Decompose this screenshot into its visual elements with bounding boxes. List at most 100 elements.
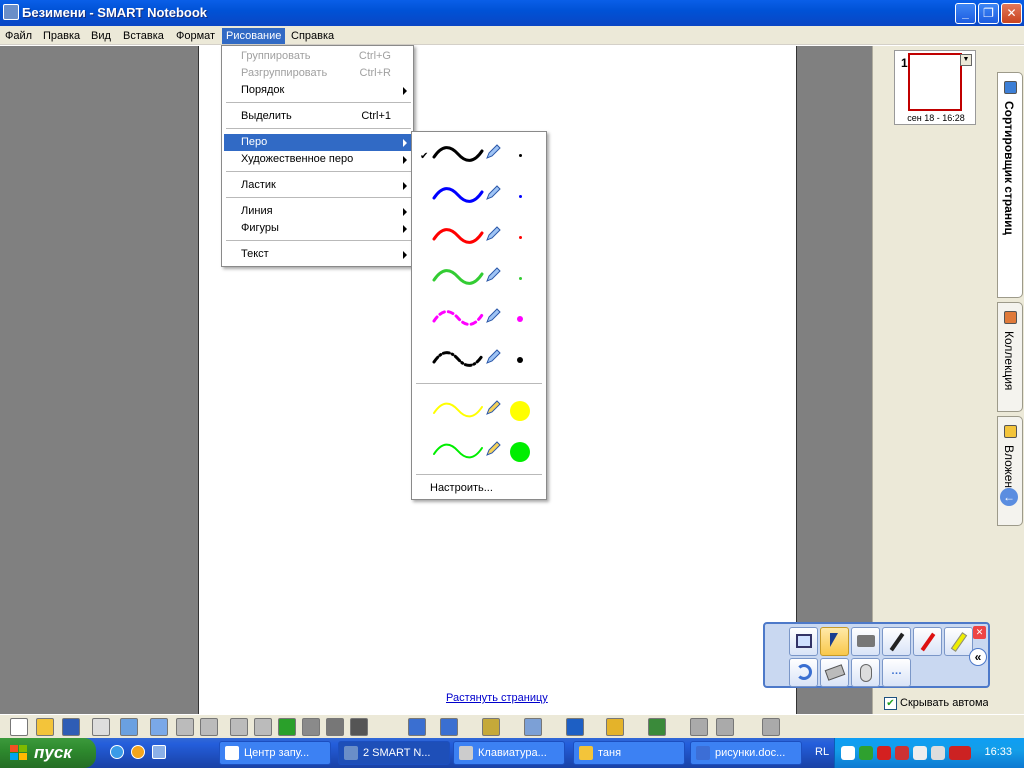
line-icon[interactable]: [566, 718, 584, 736]
new-page-icon[interactable]: [10, 718, 28, 736]
show-desktop-icon[interactable]: [152, 745, 166, 759]
taskbar-button[interactable]: Центр запу...: [219, 741, 331, 765]
antivirus-icon[interactable]: [859, 746, 873, 760]
red-pen-icon[interactable]: [913, 627, 942, 656]
pen-option[interactable]: [412, 176, 546, 216]
shapes-icon[interactable]: [606, 718, 624, 736]
more-tools-icon[interactable]: …: [882, 658, 911, 687]
menu-help[interactable]: Справка: [287, 28, 338, 44]
next-page-icon[interactable]: [254, 718, 272, 736]
start-button[interactable]: пуск: [0, 738, 96, 768]
pen-icon: [486, 267, 501, 282]
redo-icon[interactable]: [176, 718, 194, 736]
close-icon[interactable]: ✕: [973, 626, 986, 639]
maximize-button[interactable]: ❐: [978, 3, 999, 24]
add-page-icon[interactable]: [278, 718, 296, 736]
autohide-checkbox[interactable]: ✔ Скрывать автома: [882, 696, 992, 712]
network-icon[interactable]: [841, 746, 855, 760]
collapse-icon[interactable]: «: [969, 648, 987, 666]
pen-width-dot: [518, 276, 522, 280]
start-label: пуск: [34, 743, 72, 762]
pen-option[interactable]: ✔: [412, 135, 546, 175]
tab-gallery[interactable]: Коллекция: [997, 302, 1023, 412]
tab-attachments[interactable]: Вложения: [997, 416, 1023, 526]
v-icon[interactable]: [877, 746, 891, 760]
toolbar-icon[interactable]: [716, 718, 734, 736]
zoom-icon[interactable]: [120, 718, 138, 736]
internet-explorer-icon[interactable]: [110, 745, 124, 759]
taskbar-button[interactable]: 2 SMART N...: [338, 741, 450, 765]
check-icon[interactable]: ✔: [884, 697, 897, 710]
pen-width-dot: [517, 316, 523, 322]
minimize-button[interactable]: _: [955, 3, 976, 24]
screen-shade-icon[interactable]: [789, 627, 818, 656]
menu-format[interactable]: Формат: [172, 28, 219, 44]
capture-icon[interactable]: [350, 718, 368, 736]
full-screen-icon[interactable]: [326, 718, 344, 736]
pen-option[interactable]: [412, 258, 546, 298]
menu-item-text[interactable]: Текст: [224, 246, 411, 263]
properties-icon[interactable]: [690, 718, 708, 736]
prev-page-icon[interactable]: [230, 718, 248, 736]
delete-icon[interactable]: [200, 718, 218, 736]
menu-item-group[interactable]: Группировать Ctrl+G: [224, 48, 411, 65]
chevron-down-icon[interactable]: ▼: [960, 54, 972, 66]
taskbar-button[interactable]: таня: [573, 741, 685, 765]
menu-view[interactable]: Вид: [87, 28, 115, 44]
menu-item-order[interactable]: Порядок: [224, 82, 411, 99]
stretch-page-link[interactable]: Растянуть страницу: [446, 692, 548, 704]
submenu-arrow-icon: [403, 182, 407, 190]
menu-item-pen[interactable]: Перо: [224, 134, 411, 151]
select-arrow-icon[interactable]: [820, 627, 849, 656]
black-pen-icon[interactable]: [882, 627, 911, 656]
highlighter-icon[interactable]: [944, 627, 973, 656]
screen-shade-icon[interactable]: [302, 718, 320, 736]
smart-board-icon[interactable]: [895, 746, 909, 760]
menu-item-creative-pen[interactable]: Художественное перо: [224, 151, 411, 168]
undo-icon[interactable]: [789, 658, 818, 687]
eraser-icon[interactable]: [524, 718, 542, 736]
taskbar-button[interactable]: рисунки.doc...: [690, 741, 802, 765]
menu-edit[interactable]: Правка: [39, 28, 84, 44]
creative-pen-icon[interactable]: [482, 718, 500, 736]
open-icon[interactable]: [36, 718, 54, 736]
pen-option[interactable]: [412, 217, 546, 257]
taskbar-button[interactable]: Клавиатура...: [453, 741, 565, 765]
system-tray: 16:33: [834, 738, 1024, 768]
ati-icon[interactable]: [949, 746, 971, 760]
pen-icon[interactable]: [440, 718, 458, 736]
save-icon[interactable]: [62, 718, 80, 736]
menu-item-line[interactable]: Линия: [224, 203, 411, 220]
language-indicator[interactable]: RL: [815, 746, 829, 758]
menu-item-eraser[interactable]: Ластик: [224, 177, 411, 194]
select-arrow-icon[interactable]: [408, 718, 426, 736]
page-thumbnail[interactable]: 1 ▼ сен 18 - 16:28: [894, 50, 976, 125]
menu-item-shapes[interactable]: Фигуры: [224, 220, 411, 237]
media-player-icon[interactable]: [131, 745, 145, 759]
pen-option[interactable]: [412, 340, 546, 380]
fill-icon[interactable]: [648, 718, 666, 736]
undo-icon[interactable]: [150, 718, 168, 736]
keyboard-icon[interactable]: [913, 746, 927, 760]
move-toolbar-icon[interactable]: [762, 718, 780, 736]
tab-page-sorter[interactable]: Сортировщик страниц: [997, 72, 1023, 298]
menu-insert[interactable]: Вставка: [119, 28, 168, 44]
customize-pens-item[interactable]: Настроить...: [430, 482, 493, 494]
paste-icon[interactable]: [92, 718, 110, 736]
page-preview[interactable]: [908, 53, 962, 111]
menu-item-select[interactable]: Выделить Ctrl+1: [224, 108, 411, 125]
page-timestamp: сен 18 - 16:28: [907, 113, 965, 123]
menu-draw[interactable]: Рисование: [222, 28, 286, 44]
close-button[interactable]: ✕: [1001, 3, 1022, 24]
pen-option[interactable]: [412, 299, 546, 339]
menu-file[interactable]: Файл: [1, 28, 36, 44]
pen-option[interactable]: [412, 391, 546, 431]
back-arrow-icon[interactable]: ←: [1000, 488, 1018, 506]
pen-width-dot: [518, 194, 522, 198]
menu-item-ungroup[interactable]: Разгруппировать Ctrl+R: [224, 65, 411, 82]
eraser-icon[interactable]: [820, 658, 849, 687]
display-icon[interactable]: [931, 746, 945, 760]
mouse-icon[interactable]: [851, 658, 880, 687]
pen-option[interactable]: [412, 432, 546, 472]
capture-icon[interactable]: [851, 627, 880, 656]
